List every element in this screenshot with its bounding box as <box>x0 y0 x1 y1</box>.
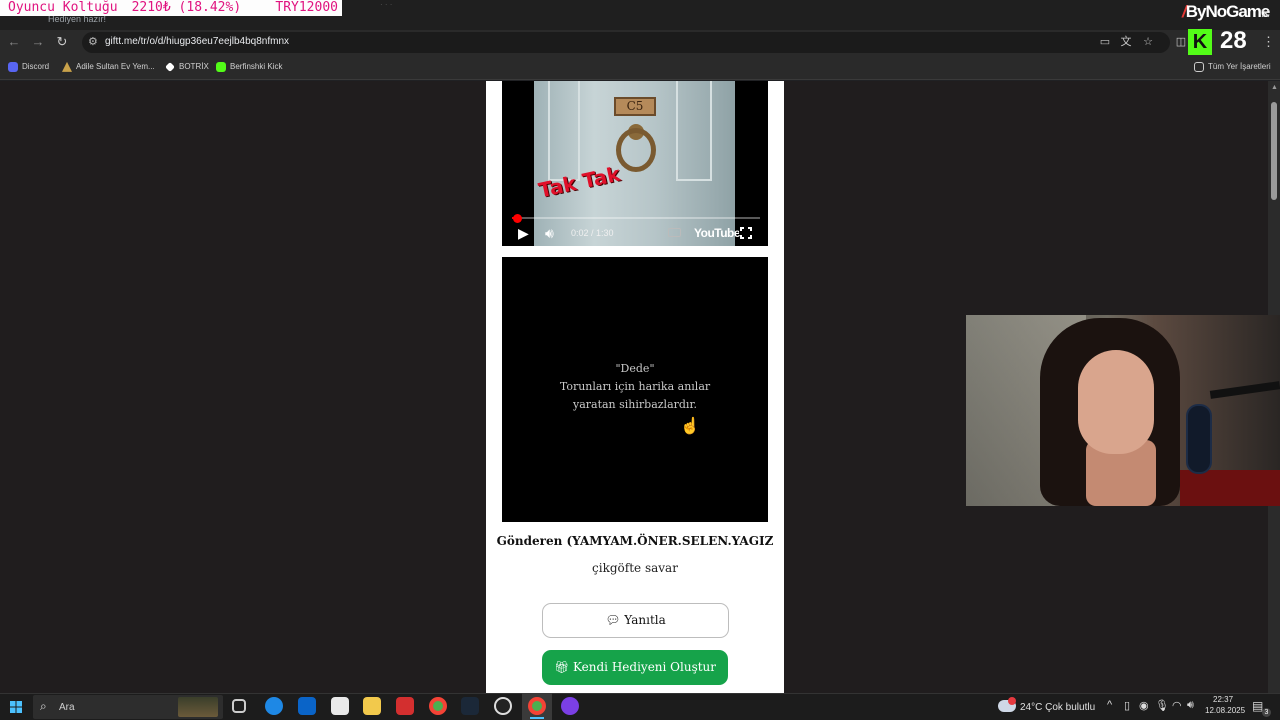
windows-start-icon[interactable] <box>10 701 22 713</box>
webcam-person-shirt <box>1180 470 1280 506</box>
door-panel <box>676 81 712 181</box>
kick-counter: 28 <box>1220 27 1247 54</box>
back-icon[interactable]: ← <box>6 34 22 50</box>
clock-time[interactable]: 22:37 <box>1213 695 1233 704</box>
goal-target: TRY12000 <box>275 0 338 15</box>
volume-icon[interactable]: 🔊︎ <box>545 225 554 242</box>
wifi-icon[interactable]: ◠ <box>1172 699 1182 712</box>
site-info-icon[interactable]: ⚙ <box>88 34 102 50</box>
bookmark-discord[interactable]: Discord <box>8 60 49 74</box>
video-time: 0:02 / 1:30 <box>571 228 614 238</box>
poem-line: yaratan sihirbazlardır. <box>572 398 697 411</box>
create-gift-button[interactable]: 🎁︎ Kendi Hediyeni Oluştur <box>542 650 728 685</box>
folder-icon <box>1194 61 1204 72</box>
gift-icon: 🎁︎ <box>553 660 574 674</box>
weather-alert-icon <box>1008 697 1016 705</box>
search-highlight-image <box>178 697 218 717</box>
video-progress-knob[interactable] <box>513 214 522 223</box>
bynogame-logo: /ByNoGame <box>1182 2 1271 21</box>
cast-icon[interactable]: ▭ <box>1098 34 1112 50</box>
speaker-icon[interactable]: 🔊︎ <box>1187 699 1194 712</box>
scrollbar-thumb[interactable] <box>1271 102 1277 200</box>
kick-logo-icon: K <box>1188 29 1212 55</box>
donation-goal-banner: Oyuncu Koltuğu 2210₺ (18.42%) TRY12000 <box>0 0 342 16</box>
browser-menu-icon[interactable]: ⋮ <box>1262 34 1275 50</box>
door-knocker <box>616 128 656 172</box>
bookmark-favicon <box>62 61 72 72</box>
app-icon[interactable] <box>561 697 579 715</box>
chrome-icon[interactable] <box>528 697 546 715</box>
sender-label: Gönderen (YAMYAM.ÖNER.SELEN.YAGIZ <box>496 534 774 548</box>
reply-label: Yanıtla <box>624 613 666 627</box>
bookmark-star-icon[interactable]: ☆ <box>1141 34 1155 50</box>
active-app-indicator <box>530 717 544 719</box>
youtube-logo[interactable]: YouTube <box>694 226 741 240</box>
obs-icon[interactable] <box>494 697 512 715</box>
task-view-icon[interactable] <box>232 699 246 713</box>
captions-icon[interactable] <box>668 228 681 237</box>
forward-icon[interactable]: → <box>30 34 46 50</box>
botrix-icon <box>165 61 175 72</box>
fullscreen-icon[interactable] <box>739 226 753 240</box>
notification-badge: 3 <box>1262 708 1271 717</box>
video-progress-track[interactable] <box>512 217 760 219</box>
gift-message: çikgöfte savar <box>592 561 678 575</box>
microphone-icon[interactable]: 🎙︎ <box>1155 699 1169 712</box>
tray-app-icon[interactable]: ◉ <box>1139 699 1149 712</box>
edge-icon[interactable] <box>265 697 283 715</box>
chevron-up-icon[interactable]: ^ <box>1107 699 1112 711</box>
poem-line: Torunları için harika anılar <box>559 380 711 393</box>
goal-amount: 2210₺ (18.42%) <box>131 0 242 15</box>
search-icon: ⌕ <box>40 699 47 713</box>
poem-title: "Dede" <box>615 362 655 375</box>
bookmark-botrix[interactable]: BOTRİX <box>165 60 209 74</box>
taskbar-search-text[interactable]: Ara <box>59 702 75 713</box>
reload-icon[interactable]: ↻ <box>54 34 70 50</box>
chrome-icon[interactable] <box>429 697 447 715</box>
stream-overlay-ghost: · · · <box>380 0 393 9</box>
url-text[interactable]: giftt.me/tr/o/d/hiugp36eu7eejlb4bq8nfmnx <box>105 36 289 47</box>
bookmark-berfinshki-kick[interactable]: Berfinshki Kick <box>216 60 282 74</box>
bookmark-adile-sultan[interactable]: Adile Sultan Ev Yem... <box>62 60 155 74</box>
all-bookmarks[interactable]: Tüm Yer İşaretleri <box>1194 60 1271 74</box>
speech-bubble-icon: 💬︎ <box>605 613 625 627</box>
outlook-icon[interactable] <box>298 697 316 715</box>
app-icon[interactable] <box>396 697 414 715</box>
door-number-plate: C5 <box>614 97 656 116</box>
store-icon[interactable] <box>331 697 349 715</box>
goal-label: Oyuncu Koltuğu <box>8 0 118 15</box>
reply-button[interactable]: 💬︎ Yanıtla <box>542 603 729 638</box>
file-explorer-icon[interactable] <box>363 697 381 715</box>
tray-app-icon[interactable]: ▯ <box>1124 699 1130 712</box>
door-panel <box>548 81 580 181</box>
hand-cursor-icon: ☝ <box>680 418 700 435</box>
create-label: Kendi Hediyeni Oluştur <box>573 660 717 674</box>
extensions-icon[interactable]: ◫ <box>1174 34 1188 50</box>
weather-text[interactable]: 24°C Çok bulutlu <box>1020 702 1095 713</box>
discord-icon <box>8 61 18 72</box>
clock-date[interactable]: 12.08.2025 <box>1205 706 1245 715</box>
scroll-up-icon[interactable]: ▲ <box>1271 84 1278 91</box>
webcam-person-face <box>1078 350 1154 454</box>
steam-icon[interactable] <box>461 697 479 715</box>
translate-icon[interactable]: 文 <box>1119 34 1133 50</box>
microphone <box>1186 404 1212 474</box>
kick-icon <box>216 61 226 72</box>
window-close-icon[interactable]: ✕ <box>1260 6 1271 22</box>
brand-text: ByNoGame <box>1185 2 1271 21</box>
play-icon[interactable]: ▶ <box>518 225 529 242</box>
